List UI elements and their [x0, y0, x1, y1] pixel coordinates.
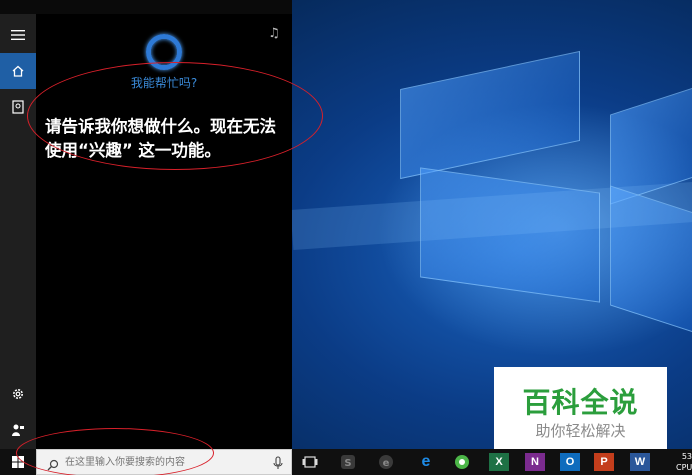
annotation-ellipse: [16, 428, 214, 475]
cortana-rail: [0, 14, 36, 449]
task-view-icon[interactable]: [300, 453, 320, 471]
hamburger-menu-icon[interactable]: [0, 17, 36, 53]
wallpaper-pane: [400, 50, 580, 180]
home-icon[interactable]: [0, 53, 36, 89]
svg-text:e: e: [383, 458, 390, 469]
panel-top-strip: [0, 0, 292, 14]
watermark-title: 百科全说: [522, 386, 639, 419]
annotation-ellipse: [27, 62, 323, 170]
tray-status: 53 CPU: [676, 451, 692, 473]
onenote-icon[interactable]: N: [525, 453, 545, 471]
edge-icon[interactable]: e: [416, 453, 436, 471]
watermark: 百科全说 助你轻松解决: [494, 367, 667, 449]
tray-line-1: 53: [681, 452, 692, 461]
chrome-green-icon[interactable]: [452, 453, 472, 471]
app-unknown2-icon[interactable]: e: [376, 453, 396, 471]
gear-icon[interactable]: [0, 376, 36, 412]
excel-icon[interactable]: X: [489, 453, 509, 471]
outlook-icon[interactable]: O: [560, 453, 580, 471]
svg-text:S: S: [344, 458, 351, 469]
app-unknown-icon[interactable]: S: [338, 453, 358, 471]
tray-line-2: CPU: [676, 463, 692, 472]
powerpoint-icon[interactable]: P: [594, 453, 614, 471]
word-icon[interactable]: W: [630, 453, 650, 471]
watermark-subtitle: 助你轻松解决: [535, 422, 626, 440]
microphone-icon[interactable]: [273, 455, 283, 474]
music-note-icon[interactable]: ♫: [264, 26, 284, 44]
